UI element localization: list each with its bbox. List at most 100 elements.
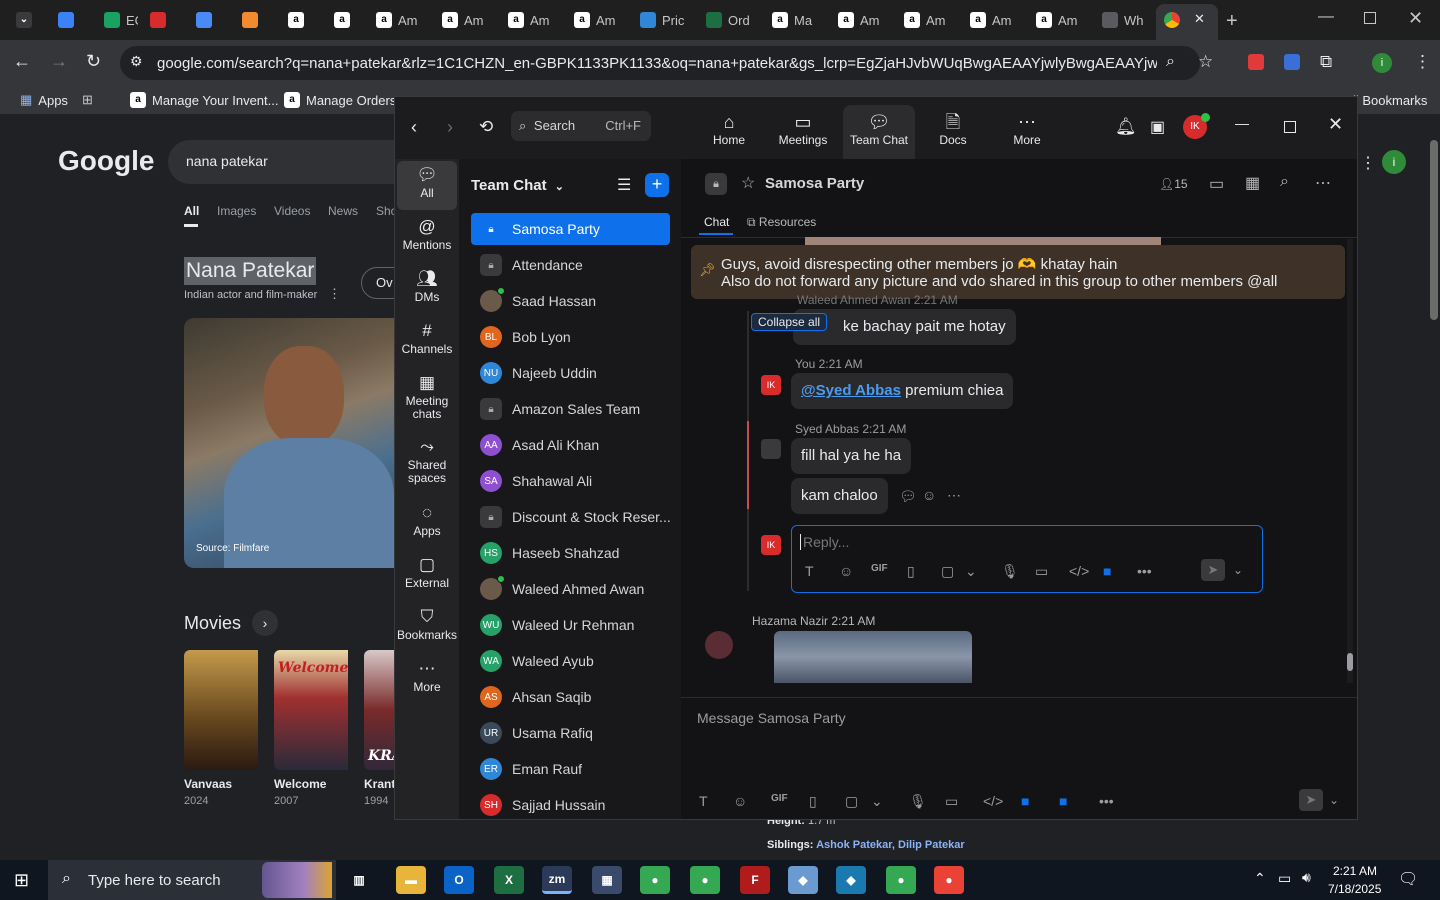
code-icon[interactable]: </> [983, 793, 1003, 809]
rail-all[interactable]: 💬︎ All [397, 163, 457, 200]
google-apps-icon[interactable]: ⋮ [1360, 153, 1376, 173]
zoom-app-icon[interactable]: ■ [1021, 793, 1029, 809]
emoji-icon[interactable]: ☺ [839, 563, 853, 579]
forward-arrow-icon[interactable]: → [50, 51, 68, 72]
message-more-icon[interactable]: ⋯ [947, 487, 961, 504]
browser-tab[interactable]: a Am [970, 6, 1030, 34]
browser-tab[interactable]: a Am [508, 6, 568, 34]
google-tab[interactable]: All [184, 204, 199, 218]
extension-blue-icon[interactable] [1284, 54, 1300, 70]
screenshot-icon[interactable]: ▢ [845, 793, 858, 810]
whiteboard-icon[interactable]: ■ [1059, 793, 1067, 809]
you-avatar[interactable]: IK [761, 375, 781, 395]
code-icon[interactable]: </> [1069, 563, 1089, 579]
channel-item[interactable]: AA Asad Ali Khan [471, 429, 670, 461]
member-count[interactable]: 👤︎15 [1159, 177, 1188, 191]
rail-channels[interactable]: # Channels [397, 319, 457, 356]
chrome-icon-2[interactable]: ● [690, 866, 720, 894]
compose-send-button[interactable]: ➤ [1299, 789, 1323, 811]
emoji-icon[interactable]: ☺ [733, 793, 747, 809]
minimize-window-button[interactable]: — [1318, 8, 1334, 26]
favorite-star-icon[interactable]: ☆ [741, 173, 755, 193]
entity-more-icon[interactable]: ⋮ [328, 286, 341, 302]
browser-tab[interactable]: a Am [1036, 6, 1096, 34]
entity-photo[interactable] [184, 318, 394, 568]
send-button[interactable]: ➤ [1201, 559, 1225, 581]
rail-shared-spaces[interactable]: ⤳ Shared spaces [397, 435, 457, 485]
google-account-avatar[interactable]: i [1382, 150, 1406, 174]
google-logo[interactable]: Google [58, 145, 154, 177]
browser-tab[interactable] [150, 6, 184, 34]
channel-item[interactable]: 🔒︎ Discount & Stock Reser... [471, 501, 670, 533]
show-hidden-icons[interactable]: ⌃ [1254, 870, 1266, 887]
channel-item[interactable]: 🔒︎ Attendance [471, 249, 670, 281]
channel-item[interactable]: SA Shahawal Ali [471, 465, 670, 497]
syed-avatar[interactable] [761, 439, 781, 459]
close-window-button[interactable]: ✕ [1408, 8, 1423, 29]
new-tab-button[interactable]: + [1226, 10, 1238, 33]
zoom-maximize-button[interactable] [1284, 121, 1296, 133]
channel-item[interactable]: 🔒︎ Samosa Party [471, 213, 670, 245]
filter-icon[interactable]: ☰ [617, 175, 631, 195]
channel-item[interactable]: ER Eman Rauf [471, 753, 670, 785]
more-icon[interactable]: ••• [1137, 563, 1152, 579]
nav-docs[interactable]: 🗎︎ Docs [917, 111, 989, 147]
clock-date[interactable]: 7/18/2025 [1328, 882, 1381, 896]
address-bar-url[interactable]: google.com/search?q=nana+patekar&rlz=1C1… [157, 55, 1157, 72]
you-message[interactable]: @Syed Abbas premium chiea [791, 373, 1014, 409]
file-explorer-icon[interactable]: ▬ [396, 866, 426, 894]
google-tab[interactable]: Images [217, 204, 256, 218]
channel-item[interactable]: SH Sajjad Hussain [471, 789, 670, 821]
history-icon[interactable]: ⟲ [479, 117, 493, 137]
zoom-close-button[interactable]: ✕ [1328, 114, 1343, 135]
extension-red-icon[interactable] [1248, 54, 1264, 70]
zoom-forward-icon[interactable]: › [447, 117, 453, 138]
calculator-icon[interactable]: ▦ [592, 866, 622, 894]
tab-chat[interactable]: Chat [704, 215, 729, 229]
movie-poster[interactable]: KRA [364, 650, 394, 770]
browser-tab[interactable] [196, 6, 230, 34]
channel-title[interactable]: Samosa Party [765, 175, 864, 192]
tab-groups-icon[interactable]: ⊞ [82, 92, 93, 108]
browser-tab[interactable] [58, 6, 92, 34]
reply-box[interactable] [791, 525, 1263, 593]
syed-message-1[interactable]: fill hal ya he ha [791, 438, 912, 474]
chat-scrollbar[interactable] [1347, 239, 1353, 683]
app-icon[interactable]: ◆ [788, 866, 818, 894]
movies-heading[interactable]: Movies [184, 613, 241, 634]
google-search-query[interactable]: nana patekar [186, 153, 268, 169]
file-icon[interactable]: ▯ [809, 793, 817, 810]
screenshot-icon[interactable]: ▢ [941, 563, 954, 580]
browser-tab[interactable] [242, 6, 276, 34]
notifications-bell-icon[interactable]: 🔔︎ [1115, 117, 1137, 137]
movie-title[interactable]: Welcome [274, 777, 354, 791]
browser-tab[interactable]: a [288, 6, 322, 34]
browser-tab[interactable]: a Am [904, 6, 964, 34]
browser-tab[interactable]: a Ma [772, 6, 832, 34]
reply-input[interactable]: Reply... [800, 534, 849, 550]
restore-window-button[interactable] [1364, 12, 1376, 24]
channel-item[interactable]: WA Waleed Ayub [471, 645, 670, 677]
channel-item[interactable]: Saad Hassan [471, 285, 670, 317]
zoom-back-icon[interactable]: ‹ [411, 117, 417, 138]
search-chat-icon[interactable]: ⌕ [1280, 173, 1289, 191]
browser-tab[interactable]: a Am [376, 6, 436, 34]
rail-mentions[interactable]: @ Mentions [397, 215, 457, 252]
new-chat-button[interactable]: + [645, 173, 669, 197]
browser-tab[interactable]: Wh [1102, 6, 1162, 34]
zoom-taskbar-icon[interactable]: zm [542, 866, 572, 894]
bookmark-apps[interactable]: ▦ Apps [20, 92, 68, 108]
notifications-icon[interactable]: 🗨︎ [1398, 869, 1418, 889]
google-tab[interactable]: Videos [274, 204, 310, 218]
siblings-value[interactable]: Ashok Patekar, Dilip Patekar [816, 839, 965, 851]
filezilla-icon[interactable]: F [740, 866, 770, 894]
channel-item[interactable]: AS Ahsan Saqib [471, 681, 670, 713]
tab-resources[interactable]: ⧉ Resources [747, 215, 816, 230]
browser-tab[interactable]: Pric [640, 6, 700, 34]
mic-icon[interactable]: 🎙︎ [909, 793, 927, 810]
movies-next-button[interactable]: › [252, 610, 278, 636]
compose-input[interactable]: Message Samosa Party [697, 710, 846, 726]
file-icon[interactable]: ▯ [907, 563, 915, 580]
app-icon[interactable]: ◆ [836, 866, 866, 894]
profile-avatar[interactable]: i [1372, 53, 1392, 73]
